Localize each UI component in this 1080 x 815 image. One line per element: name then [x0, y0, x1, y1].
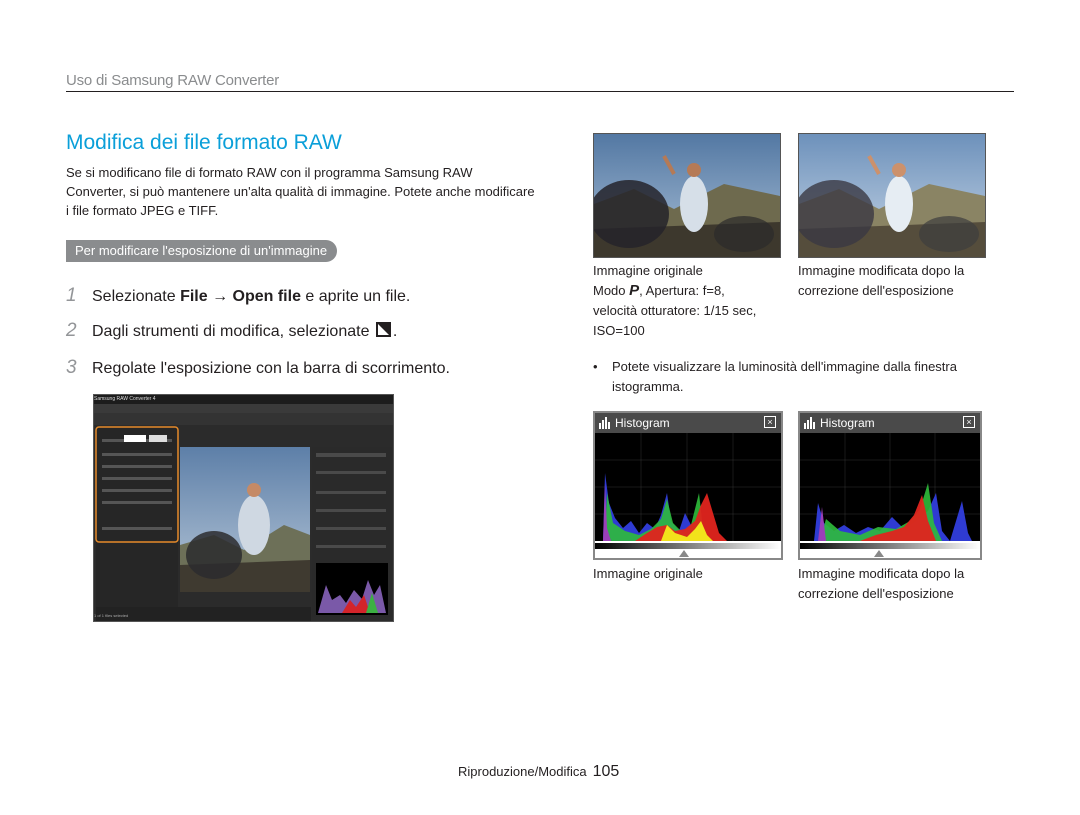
close-icon[interactable]: ×: [963, 416, 975, 428]
page-footer: Riproduzione/Modifica 105: [458, 763, 619, 781]
exposure-icon: [375, 322, 391, 337]
caption-title: Immagine originale: [593, 263, 703, 278]
photo-corrected-graphic: [794, 134, 985, 257]
step-text: Regolate l'esposizione con la barra di s…: [92, 360, 450, 377]
menu-file: File: [180, 288, 208, 305]
caption-line-2: correzione dell'esposizione: [798, 586, 954, 601]
histogram-icon: [599, 417, 610, 429]
caption-mode-label: Modo: [593, 283, 630, 298]
histogram-titlebar: Histogram ×: [800, 413, 980, 433]
step-2: 2 Dagli strumenti di modifica, seleziona…: [66, 320, 397, 342]
screenshot-status: 1 of 1 files selected: [94, 613, 129, 618]
subsection-heading: Per modificare l'esposizione di un'immag…: [66, 240, 338, 262]
histogram-note: Potete visualizzare la luminosità dell'i…: [593, 357, 993, 397]
histogram-original-graphic: [595, 433, 781, 558]
caption-line-1: Immagine modificata dopo la: [798, 566, 965, 581]
histogram-corrected: Histogram ×: [798, 411, 982, 560]
step-number: 2: [66, 320, 77, 341]
step-number: 3: [66, 357, 77, 378]
caption-settings: Modo P, Apertura: f=8,: [593, 281, 793, 301]
intro-paragraph: Se si modificano file di formato RAW con…: [66, 165, 535, 218]
histogram-title: Histogram: [820, 416, 875, 430]
caption-aperture: , Apertura: f=8,: [639, 283, 725, 298]
step-text-end: e aprite un file.: [300, 288, 411, 305]
step-number: 1: [66, 285, 77, 306]
histogram-corrected-caption: Immagine modificata dopo la correzione d…: [798, 564, 998, 604]
caption-iso: ISO=100: [593, 323, 645, 338]
screenshot-title: Samsung RAW Converter 4: [94, 396, 156, 402]
caption-shutter: velocità otturatore: 1/15 sec,: [593, 303, 757, 318]
section-header: Uso di Samsung RAW Converter: [66, 72, 280, 89]
screenshot-graphic: [94, 395, 393, 621]
caption-line-2: correzione dell'esposizione: [798, 283, 954, 298]
step-1: 1 Selezionate File → Open file e aprite …: [66, 285, 410, 307]
original-photo: [589, 133, 781, 258]
raw-converter-screenshot: [93, 394, 394, 622]
page-title: Modifica dei file formato RAW: [66, 131, 342, 154]
close-icon[interactable]: ×: [764, 416, 776, 428]
step-text: Selezionate: [92, 288, 181, 305]
step-3: 3 Regolate l'esposizione con la barra di…: [66, 357, 450, 379]
caption-line-1: Immagine modificata dopo la: [798, 263, 965, 278]
step-text-end: .: [392, 323, 398, 340]
menu-open-file: Open file: [232, 288, 301, 305]
step-text: Dagli strumenti di modifica, selezionate: [92, 323, 374, 340]
page-number: 105: [592, 763, 620, 780]
histogram-original-caption: Immagine originale: [593, 566, 703, 581]
histogram-titlebar: Histogram ×: [595, 413, 781, 433]
arrow-separator: →: [207, 288, 233, 305]
corrected-photo-caption: Immagine modificata dopo la correzione d…: [798, 261, 998, 301]
program-mode-icon: P: [629, 282, 640, 299]
histogram-corrected-graphic: [800, 433, 980, 558]
histogram-icon: [804, 417, 815, 429]
header-rule: [66, 91, 1014, 92]
photo-original-graphic: [589, 134, 780, 257]
original-photo-caption: Immagine originale Modo P, Apertura: f=8…: [593, 261, 793, 341]
corrected-photo: [794, 133, 986, 258]
histogram-title: Histogram: [615, 416, 670, 430]
footer-section: Riproduzione/Modifica: [458, 764, 587, 779]
histogram-original: Histogram ×: [593, 411, 783, 560]
